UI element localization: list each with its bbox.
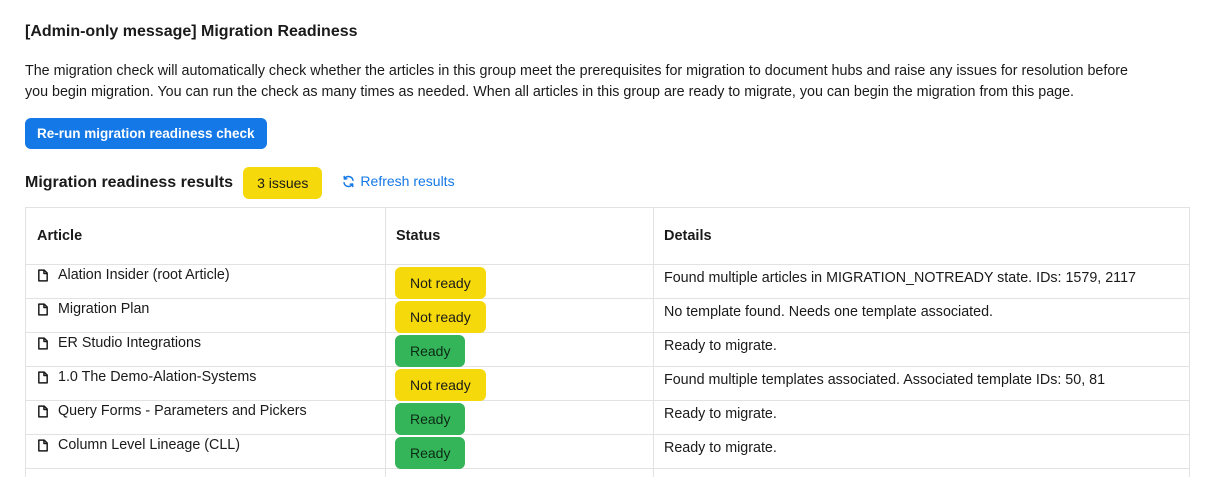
results-header: Migration readiness results 3 issues Ref… — [25, 167, 455, 199]
article-name[interactable]: Migration Plan — [58, 301, 149, 317]
document-icon — [38, 268, 48, 282]
table-row: Alation Insider (root Article) Not ready F… — [26, 265, 1189, 299]
results-title: Migration readiness results — [25, 174, 234, 191]
details-cell: Found multiple articles in MIGRATION_NOT… — [664, 270, 1136, 286]
table-row: Query Forms - Parameters and Pickers Read… — [26, 401, 1189, 435]
document-icon — [38, 302, 48, 316]
article-name[interactable]: ER Studio Integrations — [58, 335, 201, 351]
article-cell[interactable]: 1.0 The Demo-Alation-Systems — [37, 367, 256, 387]
details-cell: No template found. Needs one template as… — [664, 304, 994, 320]
status-badge: Not ready — [395, 301, 486, 333]
refresh-results-label: Refresh results — [360, 173, 455, 189]
article-cell[interactable]: Column Level Lineage (CLL) — [37, 435, 240, 455]
table-row: ER Studio Integrations Ready Ready to migr… — [26, 333, 1189, 367]
page-title: [Admin-only message] Migration Readiness — [25, 23, 358, 40]
status-badge: Ready — [395, 335, 466, 367]
column-header-status: Status — [396, 228, 441, 244]
status-cell: Ready — [395, 335, 466, 367]
description-line-1: The migration check will automatically c… — [25, 63, 1128, 79]
document-icon — [38, 336, 48, 350]
table-header: Article Status Details — [26, 208, 1189, 265]
results-table: Article Status Details Alation Insider (… — [25, 207, 1190, 477]
document-icon — [38, 370, 48, 384]
article-name[interactable]: Query Forms - Parameters and Pickers — [58, 403, 307, 419]
column-header-details: Details — [664, 228, 712, 244]
article-name[interactable]: 1.0 The Demo-Alation-Systems — [58, 369, 256, 385]
details-cell: Ready to migrate. — [664, 406, 777, 422]
article-name[interactable]: Alation Insider (root Article) — [58, 267, 230, 283]
status-cell: Ready — [395, 403, 466, 435]
refresh-results-link[interactable]: Refresh results — [342, 173, 455, 189]
details-cell: Ready to migrate. — [664, 338, 777, 354]
status-badge: Ready — [395, 437, 466, 469]
description: The migration check will automatically c… — [25, 61, 1195, 103]
status-badge: Not ready — [395, 369, 486, 401]
description-line-2: you begin migration. You can run the che… — [25, 84, 1075, 100]
table-row: Column Level Lineage (CLL) Ready Ready to … — [26, 435, 1189, 469]
status-cell: Ready — [395, 437, 466, 469]
article-cell[interactable]: Query Forms - Parameters and Pickers — [37, 401, 307, 421]
status-badge: Not ready — [395, 267, 486, 299]
status-cell: Not ready — [395, 267, 486, 299]
refresh-icon — [343, 175, 355, 187]
issues-count-badge: 3 issues — [243, 167, 323, 199]
article-name[interactable]: Column Level Lineage (CLL) — [58, 437, 240, 453]
status-cell: Not ready — [395, 369, 486, 401]
document-icon — [38, 404, 48, 418]
table-row: 1.0 The Demo-Alation-Systems Not ready Fou… — [26, 367, 1189, 401]
article-cell[interactable]: Migration Plan — [37, 299, 149, 319]
article-cell[interactable]: Alation Insider (root Article) — [37, 265, 230, 285]
rerun-check-button[interactable]: Re-run migration readiness check — [25, 118, 267, 149]
article-cell[interactable]: ER Studio Integrations — [37, 333, 201, 353]
column-header-article: Article — [37, 228, 83, 244]
status-badge: Ready — [395, 403, 466, 435]
table-row: Migration Plan Not ready No template found… — [26, 299, 1189, 333]
status-cell: Not ready — [395, 301, 486, 333]
document-icon — [38, 438, 48, 452]
details-cell: Found multiple templates associated. Ass… — [664, 372, 1106, 388]
details-cell: Ready to migrate. — [664, 440, 777, 456]
